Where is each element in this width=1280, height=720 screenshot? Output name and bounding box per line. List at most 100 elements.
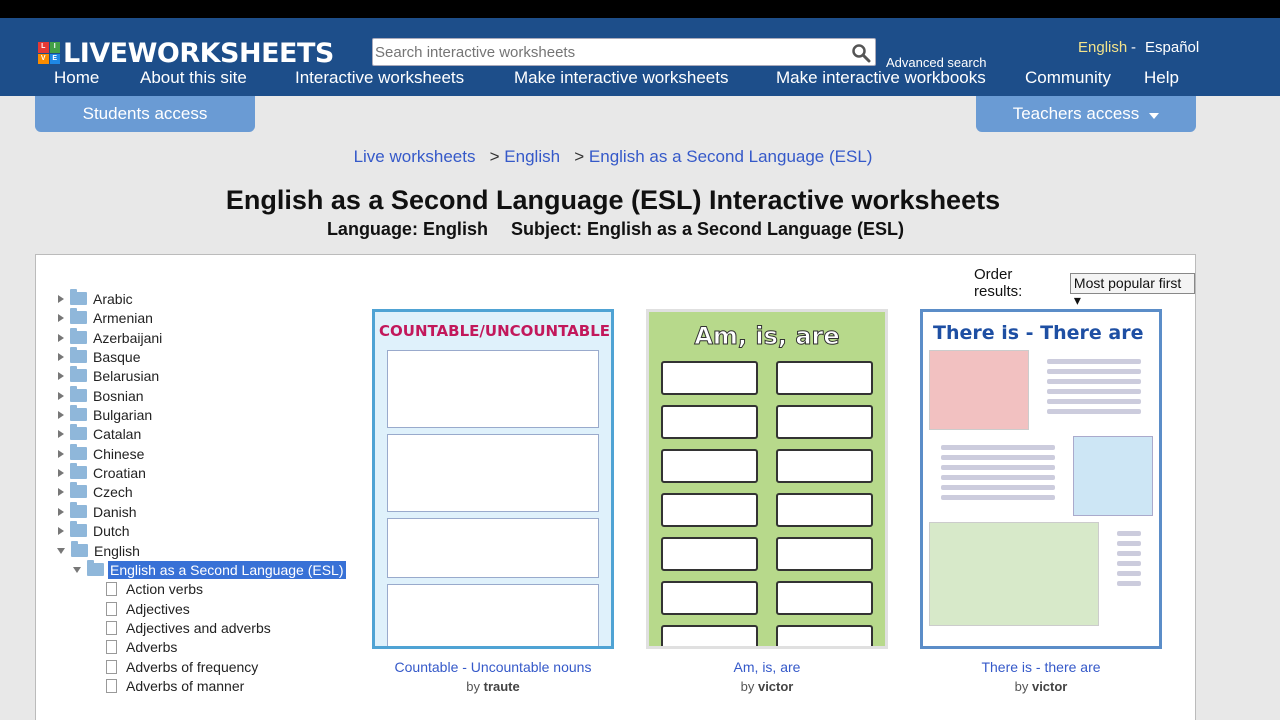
worksheet-card[interactable]: There is - There are There is - there ar… bbox=[920, 309, 1162, 694]
tree-item-label: Bosnian bbox=[93, 387, 144, 404]
tree-item-label: Basque bbox=[93, 348, 141, 365]
author-name[interactable]: victor bbox=[1032, 679, 1067, 694]
nav-community[interactable]: Community bbox=[1025, 68, 1111, 88]
worksheet-card[interactable]: COUNTABLE/UNCOUNTABLE Countable - Uncoun… bbox=[372, 309, 614, 694]
thumbnail-content bbox=[375, 346, 611, 646]
nav-home[interactable]: Home bbox=[54, 68, 99, 88]
tree-item[interactable]: Czech bbox=[58, 482, 133, 501]
expand-arrow-icon bbox=[58, 313, 64, 322]
tree-item[interactable]: Adverbs of frequency bbox=[106, 657, 258, 676]
tree-item[interactable]: Arabic bbox=[58, 289, 133, 308]
tree-item[interactable]: Catalan bbox=[58, 424, 141, 443]
expand-arrow-icon bbox=[58, 333, 64, 342]
tree-item-label: Chinese bbox=[93, 445, 145, 462]
breadcrumb-separator: > bbox=[574, 147, 585, 166]
nav-make-worksheets[interactable]: Make interactive worksheets bbox=[514, 68, 728, 88]
logo-letter: E bbox=[49, 53, 60, 64]
folder-icon bbox=[71, 541, 88, 557]
thumbnail-content bbox=[923, 350, 1159, 626]
worksheet-title-link[interactable]: There is - there are bbox=[920, 659, 1162, 675]
logo-letter: I bbox=[49, 42, 60, 53]
nav-help[interactable]: Help bbox=[1144, 68, 1179, 88]
tree-item[interactable]: Adverbs bbox=[106, 637, 177, 656]
tree-item-label: Arabic bbox=[93, 290, 133, 307]
folder-icon bbox=[70, 502, 87, 518]
top-black-bar bbox=[0, 0, 1280, 18]
tree-item-esl[interactable]: English as a Second Language (ESL) bbox=[73, 560, 346, 579]
tree-item[interactable]: Adjectives and adverbs bbox=[106, 618, 271, 637]
tree-item-label: Dutch bbox=[93, 522, 130, 539]
collapse-arrow-icon bbox=[73, 566, 81, 573]
tree-item[interactable]: Armenian bbox=[58, 308, 153, 327]
document-icon bbox=[106, 678, 117, 693]
worksheet-author: by victor bbox=[646, 679, 888, 694]
tree-item[interactable]: Basque bbox=[58, 347, 140, 366]
tree-item-label: Adjectives and adverbs bbox=[126, 619, 271, 636]
folder-icon bbox=[70, 463, 87, 479]
expand-arrow-icon bbox=[58, 352, 64, 361]
breadcrumb-english[interactable]: English bbox=[504, 147, 560, 166]
nav-about[interactable]: About this site bbox=[140, 68, 247, 88]
tree-item[interactable]: Bosnian bbox=[58, 386, 144, 405]
collapse-arrow-icon bbox=[57, 547, 65, 554]
worksheet-thumbnail[interactable]: Am, is, are bbox=[646, 309, 888, 649]
worksheet-card[interactable]: Am, is, are Am, is, are by victor bbox=[646, 309, 888, 694]
folder-icon bbox=[70, 405, 87, 421]
tree-item[interactable]: Action verbs bbox=[106, 579, 203, 598]
worksheet-author: by victor bbox=[920, 679, 1162, 694]
language-separator: - bbox=[1131, 39, 1136, 56]
tree-item-label: Belarusian bbox=[93, 367, 160, 384]
folder-icon bbox=[70, 308, 87, 324]
teachers-access-button[interactable]: Teachers access bbox=[976, 96, 1196, 132]
tree-item-label: Adjectives bbox=[126, 600, 190, 617]
expand-arrow-icon bbox=[58, 507, 64, 516]
author-name[interactable]: traute bbox=[484, 679, 520, 694]
worksheet-title-link[interactable]: Am, is, are bbox=[646, 659, 888, 675]
thumbnail-title: COUNTABLE/UNCOUNTABLE bbox=[379, 322, 611, 340]
expand-arrow-icon bbox=[58, 391, 64, 400]
by-label: by bbox=[466, 679, 480, 694]
tree-item[interactable]: Bulgarian bbox=[58, 405, 152, 424]
tree-item-label: Armenian bbox=[93, 309, 153, 326]
page-subtitle: Language: English Subject: English as a … bbox=[0, 219, 1231, 240]
tree-item-label: Danish bbox=[93, 503, 137, 520]
tree-item[interactable]: Dutch bbox=[58, 521, 130, 540]
nav-interactive-worksheets[interactable]: Interactive worksheets bbox=[295, 68, 464, 88]
tree-item[interactable]: Adverbs of manner bbox=[106, 676, 244, 695]
expand-arrow-icon bbox=[58, 371, 64, 380]
breadcrumb-live-worksheets[interactable]: Live worksheets bbox=[354, 147, 476, 166]
worksheet-title-link[interactable]: Countable - Uncountable nouns bbox=[372, 659, 614, 675]
document-icon bbox=[106, 659, 117, 674]
tree-item[interactable]: Belarusian bbox=[58, 366, 159, 385]
worksheet-thumbnail[interactable]: COUNTABLE/UNCOUNTABLE bbox=[372, 309, 614, 649]
folder-icon bbox=[70, 386, 87, 402]
search-icon[interactable] bbox=[851, 43, 871, 63]
breadcrumb-esl[interactable]: English as a Second Language (ESL) bbox=[589, 147, 873, 166]
tree-item-english[interactable]: English bbox=[57, 541, 140, 560]
tree-item[interactable]: Adjectives bbox=[106, 599, 190, 618]
order-select[interactable]: Most popular first ▾ bbox=[1069, 272, 1195, 308]
expand-arrow-icon bbox=[58, 487, 64, 496]
folder-icon bbox=[70, 328, 87, 344]
author-name[interactable]: victor bbox=[758, 679, 793, 694]
folder-icon bbox=[70, 482, 87, 498]
language-spanish-link[interactable]: Español bbox=[1145, 39, 1199, 56]
expand-arrow-icon bbox=[58, 526, 64, 535]
tree-item[interactable]: Azerbaijani bbox=[58, 328, 162, 347]
worksheet-thumbnail[interactable]: There is - There are bbox=[920, 309, 1162, 649]
tree-item-label: Azerbaijani bbox=[93, 329, 163, 346]
order-results-label: Order results: bbox=[974, 266, 1023, 300]
tree-item[interactable]: Danish bbox=[58, 502, 137, 521]
results-panel: Order results: Most popular first ▾ Arab… bbox=[35, 254, 1196, 720]
nav-make-workbooks[interactable]: Make interactive workbooks bbox=[776, 68, 986, 88]
language-english-link[interactable]: English bbox=[1078, 39, 1127, 56]
search-input[interactable] bbox=[373, 39, 843, 65]
search-box bbox=[372, 38, 876, 66]
students-access-button[interactable]: Students access bbox=[35, 96, 255, 132]
tree-item[interactable]: Croatian bbox=[58, 463, 146, 482]
by-label: by bbox=[740, 679, 755, 694]
document-icon bbox=[106, 581, 117, 596]
tree-item[interactable]: Chinese bbox=[58, 444, 144, 463]
tree-item-label: Adverbs of manner bbox=[126, 677, 245, 694]
site-logo[interactable]: L I V E LIVEWORKSHEETS bbox=[38, 38, 334, 69]
